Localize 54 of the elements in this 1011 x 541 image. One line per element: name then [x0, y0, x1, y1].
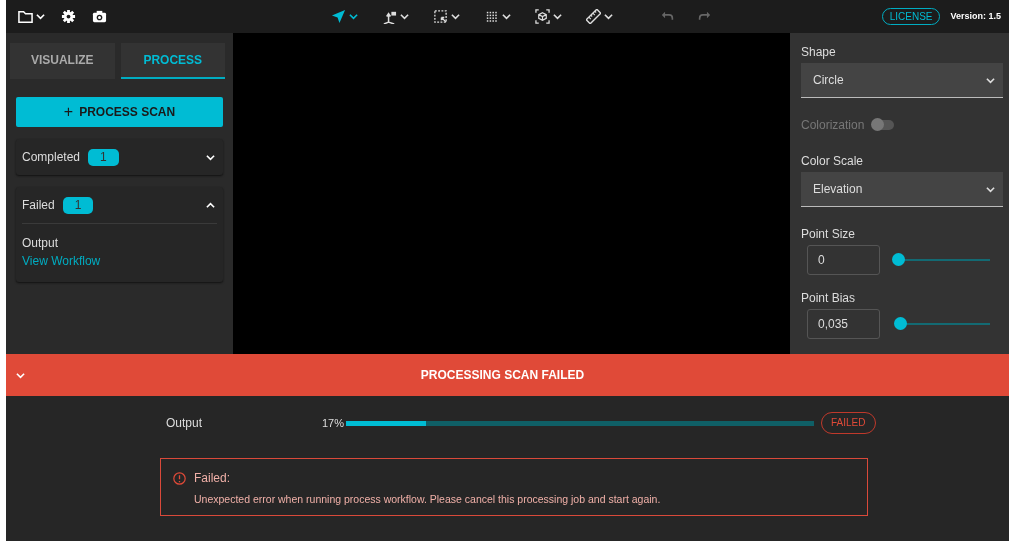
- slider-thumb[interactable]: [893, 317, 907, 330]
- progress-percent: 17%: [322, 415, 345, 431]
- caret-icon: [604, 12, 613, 21]
- caret-icon: [400, 12, 409, 21]
- caret-icon: [986, 75, 995, 85]
- item-label: Output: [22, 235, 60, 252]
- dropdown-value: Elevation: [813, 181, 863, 198]
- group-label: Failed: [22, 197, 55, 214]
- count-badge: 1: [62, 196, 94, 214]
- settings-icon: [61, 9, 76, 24]
- transform-axes-icon: [382, 9, 397, 24]
- camera-icon: [92, 9, 107, 24]
- field-label: Shape: [801, 44, 837, 61]
- pointer-icon: [331, 9, 346, 24]
- undo-icon: [661, 10, 674, 23]
- field-label: Color Scale: [801, 153, 865, 170]
- group-label: Completed: [22, 149, 81, 166]
- error-title: Failed:: [194, 470, 231, 487]
- caret-icon: [986, 184, 995, 194]
- process-scan-button[interactable]: + PROCESS SCAN: [16, 97, 223, 127]
- view-workflow-link[interactable]: View Workflow: [22, 252, 217, 270]
- cube-icon: [535, 9, 550, 24]
- field-label: Point Size: [801, 226, 857, 243]
- accordion-header[interactable]: Failed 1: [16, 187, 223, 223]
- toggle-label: Colorization: [801, 117, 865, 134]
- dropdown[interactable]: Circle: [801, 63, 1003, 98]
- accordion-header[interactable]: Completed 1: [16, 139, 223, 175]
- caret-icon: [502, 12, 511, 21]
- collapse-icon: [16, 370, 25, 380]
- error-message: Unexpected error when running process workflow. Please cancel this processing job and start again.: [194, 492, 662, 507]
- field-label: Point Bias: [801, 290, 857, 307]
- caret-icon: [36, 12, 45, 21]
- folder-icon: [18, 9, 33, 24]
- slider-thumb[interactable]: [892, 253, 905, 266]
- number-field[interactable]: 0,035: [807, 309, 880, 339]
- dropdown-value: Circle: [813, 72, 844, 89]
- tab[interactable]: PROCESS: [120, 43, 225, 79]
- grid-icon: [484, 9, 499, 24]
- banner-title: PROCESSING SCAN FAILED: [419, 367, 586, 384]
- caret-icon: [451, 12, 460, 21]
- redo-icon: [698, 10, 711, 23]
- version-label: Version: 1.5: [950, 9, 1001, 23]
- dropdown[interactable]: Elevation: [801, 172, 1003, 207]
- number-field[interactable]: 0: [807, 245, 880, 275]
- chevron-icon: [206, 200, 215, 210]
- chevron-icon: [206, 152, 215, 162]
- job-label: Output: [166, 415, 204, 432]
- caret-icon: [349, 12, 358, 21]
- tab[interactable]: VISUALIZE: [10, 43, 115, 79]
- caret-icon: [553, 12, 562, 21]
- count-badge: 1: [88, 148, 119, 166]
- ruler-icon: [586, 9, 601, 24]
- warning-icon: [173, 471, 186, 485]
- selection-icon: [433, 9, 448, 24]
